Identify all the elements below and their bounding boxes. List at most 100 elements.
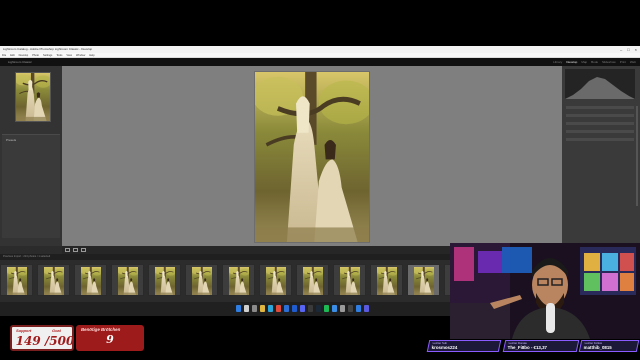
taskbar-task-view-icon[interactable] [252, 305, 257, 312]
taskbar-terminal-icon[interactable] [348, 305, 353, 312]
menu-view[interactable]: View [66, 53, 72, 58]
menu-photo[interactable]: Photo [32, 53, 39, 58]
support-separator: / [40, 334, 50, 348]
module-slideshow[interactable]: Slideshow [602, 60, 616, 64]
taskbar-discord-icon[interactable] [300, 305, 305, 312]
bonus-label: Benötige Brötchen [81, 327, 121, 332]
goal-label: Goal [52, 328, 61, 333]
thumbnail-image [192, 267, 212, 295]
filmstrip-thumbnail[interactable] [148, 264, 181, 296]
loupe-view-icon[interactable] [65, 248, 70, 252]
taskbar-spotify-icon[interactable] [324, 305, 329, 312]
basic-panel-row[interactable] [566, 114, 634, 117]
filmstrip-thumbnail[interactable] [74, 264, 107, 296]
filmstrip-thumbnail[interactable] [407, 264, 440, 296]
support-goal: 500 [49, 334, 75, 348]
basic-panel-row[interactable] [566, 106, 634, 109]
right-panel [562, 66, 640, 246]
taskbar-icons [236, 305, 369, 312]
left-panel: Presets [0, 66, 62, 246]
thumbnail-image [155, 267, 175, 295]
module-print[interactable]: Print [620, 60, 626, 64]
basic-panel-row[interactable] [566, 122, 634, 125]
event-name: matthib_0815 [583, 345, 612, 350]
module-book[interactable]: Book [591, 60, 598, 64]
taskbar-explorer-icon[interactable] [260, 305, 265, 312]
thumbnail-image [303, 267, 323, 295]
thumbnail-image [229, 267, 249, 295]
right-panel-scrollbar[interactable] [636, 106, 638, 206]
filmstrip-thumbnail[interactable] [296, 264, 329, 296]
thumbnail-image [44, 267, 64, 295]
filmstrip-thumbnail[interactable] [185, 264, 218, 296]
filmstrip-thumbnail[interactable] [37, 264, 70, 296]
event-name: krosmos224 [431, 345, 458, 350]
bonus-counter: Benötige Brötchen 9 [76, 325, 144, 351]
menu-window[interactable]: Window [76, 53, 85, 58]
basic-panel-row[interactable] [566, 138, 634, 141]
filmstrip-thumbnail[interactable] [222, 264, 255, 296]
module-develop[interactable]: Develop [566, 60, 577, 64]
menu-help[interactable]: Help [89, 53, 94, 58]
main-photo[interactable] [254, 71, 370, 243]
presets-panel[interactable]: Presets [2, 134, 60, 238]
taskbar-search-icon[interactable] [244, 305, 249, 312]
taskbar-settings-icon[interactable] [340, 305, 345, 312]
taskbar-mail-icon[interactable] [332, 305, 337, 312]
module-picker: Library Develop Map Book Slideshow Print… [553, 58, 636, 66]
filmstrip-thumbnail[interactable] [111, 264, 144, 296]
thumbnail-image [377, 267, 397, 295]
bonus-value: 9 [106, 333, 114, 346]
event-name: The_Fi8bo - €13,37 [507, 345, 547, 350]
thumbnail-image [7, 267, 27, 295]
module-library[interactable]: Library [553, 60, 562, 64]
webcam-overlay [450, 243, 640, 339]
thumbnail-image [118, 267, 138, 295]
filmstrip-thumbnail[interactable] [259, 264, 292, 296]
taskbar-calendar-icon[interactable] [356, 305, 361, 312]
title-bar: Lightroom Catalog - Adobe Photoshop Ligh… [0, 46, 640, 53]
support-label: Support [16, 328, 32, 333]
identity-plate-name: Lightroom Classic [8, 60, 32, 64]
taskbar-edge-icon[interactable] [268, 305, 273, 312]
menu-file[interactable]: File [2, 53, 6, 58]
last-donate-event: Letzter Donate The_Fi8bo - €13,37 [502, 340, 580, 352]
menu-tools[interactable]: Tools [56, 53, 62, 58]
thumbnail-image [266, 267, 286, 295]
thumbnail-image [340, 267, 360, 295]
filmstrip-thumbnail[interactable] [333, 264, 366, 296]
support-current: 149 [15, 334, 41, 348]
close-icon[interactable]: × [635, 47, 637, 52]
taskbar-start-icon[interactable] [236, 305, 241, 312]
thumbnail-image [414, 267, 434, 295]
navigator-preview[interactable] [15, 72, 51, 122]
stream-event-strip: Letzter Sub krosmos224 Letzter Donate Th… [420, 340, 640, 360]
taskbar-obs-icon[interactable] [308, 305, 313, 312]
support-value: 149 /500 [15, 334, 75, 348]
basic-panel-row[interactable] [566, 130, 634, 133]
menu-edit[interactable]: Edit [10, 53, 14, 58]
taskbar-lightroom-icon[interactable] [284, 305, 289, 312]
compare-icon[interactable] [81, 248, 86, 252]
menu-develop[interactable]: Develop [19, 53, 29, 58]
module-map[interactable]: Map [581, 60, 587, 64]
maximize-icon[interactable]: □ [627, 47, 629, 52]
last-sub-event: Letzter Sub krosmos224 [426, 340, 502, 352]
histogram[interactable] [565, 69, 635, 99]
presets-label: Presets [6, 138, 17, 142]
module-web[interactable]: Web [630, 60, 636, 64]
minimize-icon[interactable]: – [620, 47, 622, 52]
taskbar-chrome-icon[interactable] [276, 305, 281, 312]
taskbar-photoshop-icon[interactable] [292, 305, 297, 312]
loupe-view[interactable] [62, 66, 562, 246]
support-goal-counter: Support Goal 149 /500 [10, 325, 74, 351]
last-follow-event: Letzter Follow matthib_0815 [578, 340, 640, 352]
menu-settings[interactable]: Settings [43, 53, 52, 58]
before-after-icon[interactable] [73, 248, 78, 252]
identity-plate: Lightroom Classic Library Develop Map Bo… [0, 58, 640, 66]
taskbar-steam-icon[interactable] [316, 305, 321, 312]
thumbnail-image [81, 267, 101, 295]
filmstrip-thumbnail[interactable] [370, 264, 403, 296]
taskbar-store-icon[interactable] [364, 305, 369, 312]
filmstrip-thumbnail[interactable] [0, 264, 33, 296]
